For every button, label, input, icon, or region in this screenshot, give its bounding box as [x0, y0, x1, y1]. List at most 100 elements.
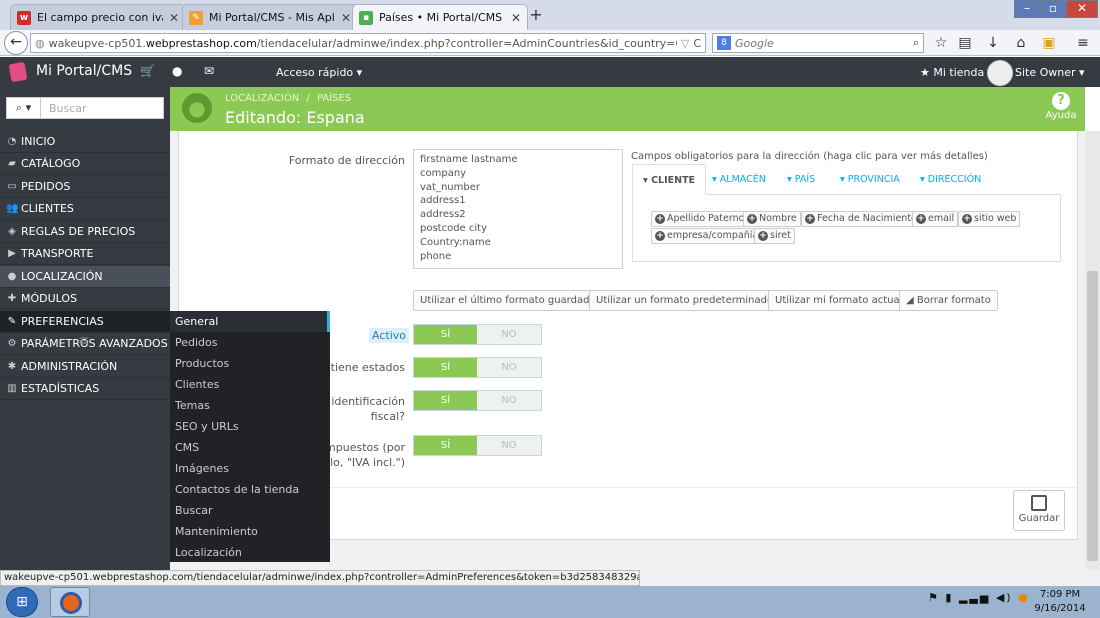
sidebar-item-preferencias[interactable]: ✎ Preferencias: [0, 311, 170, 333]
bookmarks-list-icon[interactable]: ▤: [956, 35, 974, 51]
add-field-button[interactable]: + empresa/compañía: [651, 228, 763, 244]
new-tab-icon[interactable]: +: [526, 6, 546, 26]
add-field-button[interactable]: + Nombre: [743, 211, 801, 227]
submenu-item-mantenimiento[interactable]: Mantenimiento: [170, 521, 330, 542]
dropdown-icon[interactable]: ▽: [681, 37, 689, 50]
submenu-item-contactos[interactable]: Contactos de la tienda: [170, 479, 330, 500]
close-window-icon[interactable]: ✕: [1066, 0, 1098, 18]
reload-icon[interactable]: C: [693, 37, 701, 50]
add-field-button[interactable]: + email: [912, 211, 959, 227]
switch-no[interactable]: NO: [477, 436, 541, 455]
tab-provincia[interactable]: ▾ PROVINCIA: [830, 164, 910, 195]
display-tax-switch[interactable]: SÍ NO: [413, 435, 542, 456]
scrollbar-thumb[interactable]: [1087, 271, 1098, 561]
use-current-format-button[interactable]: Utilizar mi formato actual: [768, 290, 910, 311]
sidebar-item-estadisticas[interactable]: ▥ Estadísticas: [0, 378, 170, 400]
prestashop-logo-icon[interactable]: [8, 61, 28, 83]
browser-tab-active[interactable]: ▪ Países • Mi Portal/CMS ✕: [352, 4, 528, 30]
submenu-item-general[interactable]: General: [170, 311, 330, 332]
envelope-icon[interactable]: ✉: [204, 64, 214, 78]
breadcrumb-item[interactable]: LOCALIZACIÓN: [225, 93, 299, 104]
download-icon[interactable]: ↓: [984, 35, 1002, 51]
menu-hamburger-icon[interactable]: ≡: [1074, 35, 1092, 51]
quick-access-menu[interactable]: Acceso rápido ▾: [276, 66, 362, 79]
close-tab-icon[interactable]: ✕: [511, 11, 521, 25]
tax-id-switch[interactable]: SÍ NO: [413, 390, 542, 411]
page-scrollbar[interactable]: [1085, 131, 1100, 570]
collapse-menu-icon[interactable]: ≡: [78, 333, 90, 349]
search-input[interactable]: Buscar: [41, 102, 87, 115]
submenu-item-pedidos[interactable]: Pedidos: [170, 332, 330, 353]
minimize-window-icon[interactable]: –: [1014, 0, 1040, 18]
tab-pais[interactable]: ▾ PAÍS: [777, 164, 825, 195]
submenu-item-buscar[interactable]: Buscar: [170, 500, 330, 521]
switch-no[interactable]: NO: [477, 391, 541, 410]
save-button[interactable]: Guardar: [1013, 490, 1065, 531]
tab-cliente[interactable]: ▾ CLIENTE: [632, 164, 707, 195]
sidebar-item-modulos[interactable]: ✚ Módulos: [0, 288, 170, 310]
book-icon: ▰: [8, 157, 16, 169]
sidebar-item-inicio[interactable]: ◔ Inicio: [0, 131, 170, 153]
switch-yes[interactable]: SÍ: [414, 436, 477, 455]
active-switch[interactable]: SÍ NO: [413, 324, 542, 345]
clear-format-button[interactable]: ◢ Borrar formato: [899, 290, 998, 311]
contains-states-switch[interactable]: SÍ NO: [413, 357, 542, 378]
address-bar[interactable]: ◍ wakeupve-cp501.webprestashop.com/tiend…: [30, 33, 706, 53]
switch-no[interactable]: NO: [477, 325, 541, 344]
back-arrow-icon[interactable]: ←: [4, 31, 28, 55]
switch-no[interactable]: NO: [477, 358, 541, 377]
sidebar-item-reglas-de-precios[interactable]: ◈ Reglas de precios: [0, 221, 170, 243]
close-tab-icon[interactable]: ✕: [169, 11, 179, 25]
shop-title[interactable]: Mi Portal/CMS: [36, 63, 132, 79]
add-field-button[interactable]: + siret: [754, 228, 795, 244]
tab-direccion[interactable]: ▾ DIRECCIÓN: [910, 164, 991, 195]
use-default-format-button[interactable]: Utilizar un formato predeterminado: [589, 290, 781, 311]
bookmark-star-icon[interactable]: ☆: [932, 35, 950, 51]
address-format-textarea[interactable]: firstname lastname company vat_number ad…: [413, 149, 623, 269]
sidebar-item-administracion[interactable]: ✱ Administración: [0, 356, 170, 378]
breadcrumb-item[interactable]: PAÍSES: [317, 93, 351, 104]
sidebar-item-localizacion[interactable]: ● Localización: [0, 266, 170, 288]
sidebar-item-pedidos[interactable]: ▭ Pedidos: [0, 176, 170, 198]
submenu-item-cms[interactable]: CMS: [170, 437, 330, 458]
help-button[interactable]: ? Ayuda: [1045, 92, 1077, 121]
add-field-button[interactable]: + Apellido Paterno: [651, 211, 749, 227]
magnifier-icon[interactable]: ⌕: [913, 36, 919, 50]
submenu-item-temas[interactable]: Temas: [170, 395, 330, 416]
search-scope-dropdown[interactable]: ⌕ ▾: [7, 98, 41, 118]
cart-icon[interactable]: 🛒: [140, 64, 155, 78]
add-field-button[interactable]: + Fecha de Nacimiento: [801, 211, 921, 227]
sidebar-item-clientes[interactable]: 👥 Clientes: [0, 198, 170, 220]
owner-menu[interactable]: Site Owner ▾: [1015, 66, 1085, 79]
submenu-item-seo-urls[interactable]: SEO y URLs: [170, 416, 330, 437]
browser-tab[interactable]: w El campo precio con iva no... ✕: [10, 4, 186, 30]
sidebar-item-transporte[interactable]: ▶ Transporte: [0, 243, 170, 265]
clock[interactable]: 7:09 PM 9/16/2014: [1030, 588, 1090, 616]
add-field-button[interactable]: + sitio web: [958, 211, 1021, 227]
browser-tab[interactable]: ✎ Mi Portal/CMS - Mis Aplic... ✕: [182, 4, 358, 30]
maximize-window-icon[interactable]: ▫: [1040, 0, 1066, 18]
sidebar-item-catalogo[interactable]: ▰ Catálogo: [0, 153, 170, 175]
switch-yes[interactable]: SÍ: [414, 358, 477, 377]
addon-icon[interactable]: ▣: [1040, 35, 1058, 51]
user-icon[interactable]: ●: [172, 64, 182, 78]
submenu-item-localizacion[interactable]: Localización: [170, 542, 330, 563]
submenu-item-imagenes[interactable]: Imágenes: [170, 458, 330, 479]
switch-yes[interactable]: SÍ: [414, 391, 477, 410]
windows-start-icon[interactable]: ⊞: [6, 587, 38, 617]
system-tray[interactable]: ⚑ ▮ ▂▃▅ ◀) ●: [928, 591, 1030, 604]
avatar[interactable]: [987, 60, 1013, 86]
home-icon[interactable]: ⌂: [1012, 35, 1030, 51]
close-tab-icon[interactable]: ✕: [341, 11, 351, 25]
browser-tab-strip: w El campo precio con iva no... ✕ ✎ Mi P…: [0, 0, 1100, 30]
tab-almacen[interactable]: ▾ ALMACÉN: [702, 164, 776, 195]
firefox-taskbar-button[interactable]: [50, 587, 90, 617]
save-disk-icon: [1031, 495, 1047, 511]
submenu-item-productos[interactable]: Productos: [170, 353, 330, 374]
switch-yes[interactable]: SÍ: [414, 325, 477, 344]
search-bar[interactable]: 8 Google ⌕: [712, 33, 924, 53]
my-store-link[interactable]: ★ Mi tienda: [920, 66, 984, 79]
prestashop-favicon-icon: ▪: [359, 10, 373, 25]
use-last-saved-format-button[interactable]: Utilizar el último formato guardado: [413, 290, 603, 311]
submenu-item-clientes[interactable]: Clientes: [170, 374, 330, 395]
